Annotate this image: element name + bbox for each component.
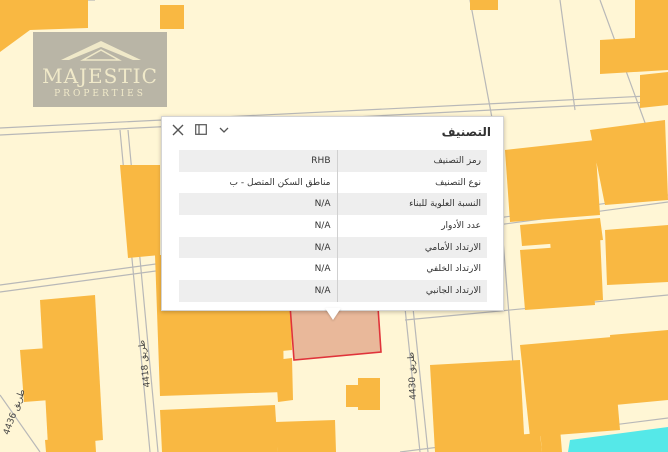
field-value: مناطق السكن المتصل - ب — [179, 171, 337, 194]
table-row: رمز التصنيف RHB — [179, 150, 487, 172]
table-row: الارتداد الخلفي N/A — [179, 258, 487, 281]
attribute-table: رمز التصنيف RHB نوع التصنيف مناطق السكن … — [179, 150, 487, 302]
close-icon[interactable] — [172, 124, 186, 138]
table-row: الارتداد الجانبي N/A — [179, 280, 487, 302]
field-value: N/A — [179, 193, 337, 216]
table-row: النسبة العلوية للبناء N/A — [179, 193, 487, 216]
popup-pointer — [325, 308, 341, 320]
field-name: عدد الأدوار — [336, 215, 487, 237]
field-name: رمز التصنيف — [336, 150, 487, 172]
majestic-properties-logo: MAJESTIC PROPERTIES — [33, 32, 167, 107]
popup-title: التصنيف — [441, 125, 491, 139]
table-row: الارتداد الأمامي N/A — [179, 236, 487, 259]
logo-name: MAJESTIC — [42, 64, 158, 88]
field-value: N/A — [179, 215, 337, 237]
dock-icon[interactable] — [195, 124, 209, 138]
classification-popup: التصنيف رمز التصنيف RHB نوع التصنيف مناط… — [161, 116, 504, 311]
field-name: نوع التصنيف — [336, 171, 487, 194]
field-name: الارتداد الأمامي — [336, 236, 487, 259]
house-roof-icon — [61, 41, 141, 61]
field-value: N/A — [179, 280, 337, 302]
table-row: نوع التصنيف مناطق السكن المتصل - ب — [179, 171, 487, 194]
field-value: N/A — [179, 236, 337, 259]
field-name: النسبة العلوية للبناء — [336, 193, 487, 216]
table-row: عدد الأدوار N/A — [179, 215, 487, 237]
field-value: RHB — [179, 150, 337, 172]
popup-header: التصنيف — [162, 117, 503, 147]
field-value: N/A — [179, 258, 337, 281]
logo-subtitle: PROPERTIES — [54, 89, 146, 99]
field-name: الارتداد الخلفي — [336, 258, 487, 281]
chevron-down-icon[interactable] — [218, 124, 232, 138]
field-name: الارتداد الجانبي — [336, 280, 487, 302]
